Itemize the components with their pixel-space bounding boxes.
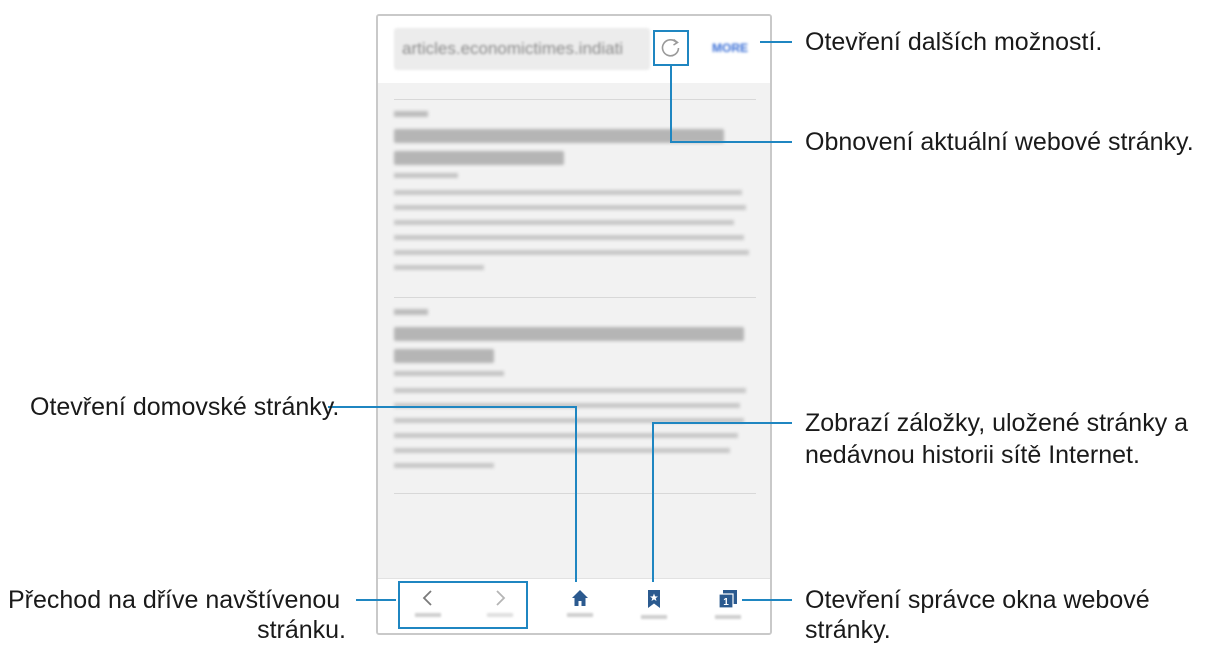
- more-button[interactable]: MORE: [712, 41, 748, 55]
- caption-more-options: Otevření dalších možností.: [805, 28, 1103, 56]
- caption-bookmarks-line1: Zobrazí záložky, uložené stránky a: [805, 409, 1189, 437]
- article-1[interactable]: [394, 111, 756, 280]
- chevron-right-icon: [496, 590, 506, 606]
- refresh-button[interactable]: [653, 30, 689, 66]
- leader-bookmarks-v: [652, 422, 654, 582]
- leader-refresh-v: [670, 64, 672, 142]
- leader-back: [356, 599, 396, 601]
- web-page-content: [378, 83, 770, 583]
- url-field[interactable]: articles.economictimes.indiati: [394, 28, 650, 70]
- leader-more: [760, 41, 792, 43]
- tabs-icon: 1: [718, 590, 737, 609]
- chevron-left-icon: [422, 590, 432, 606]
- home-button[interactable]: [560, 583, 600, 627]
- caption-back-line2: stránku.: [257, 616, 346, 644]
- svg-text:1: 1: [723, 597, 729, 608]
- caption-tabs-line2: stránky.: [805, 616, 891, 644]
- refresh-icon: [661, 38, 680, 57]
- bookmark-icon: [648, 590, 660, 608]
- caption-refresh: Obnovení aktuální webové stránky.: [805, 128, 1194, 156]
- divider: [394, 297, 756, 298]
- divider: [394, 99, 756, 100]
- caption-bookmarks-line2: nedávnou historii sítě Internet.: [805, 441, 1140, 469]
- bottom-toolbar: 1: [378, 578, 770, 633]
- leader-refresh-h: [670, 141, 792, 143]
- tabs-button[interactable]: 1: [708, 583, 748, 627]
- caption-back-line1: Přechod na dříve navštívenou: [8, 586, 341, 614]
- leader-bookmarks-h: [652, 422, 792, 424]
- caption-home: Otevření domovské stránky.: [30, 393, 340, 421]
- bookmarks-button[interactable]: [634, 583, 674, 627]
- leader-tabs: [742, 599, 792, 601]
- address-bar: articles.economictimes.indiati MORE: [378, 16, 770, 83]
- leader-home-v: [575, 406, 577, 582]
- leader-home-h: [328, 406, 576, 408]
- back-button[interactable]: [408, 583, 448, 627]
- browser-screen: articles.economictimes.indiati MORE 1: [376, 14, 772, 635]
- forward-button[interactable]: [480, 583, 520, 627]
- caption-tabs-line1: Otevření správce okna webové: [805, 586, 1150, 614]
- home-icon: [572, 590, 588, 606]
